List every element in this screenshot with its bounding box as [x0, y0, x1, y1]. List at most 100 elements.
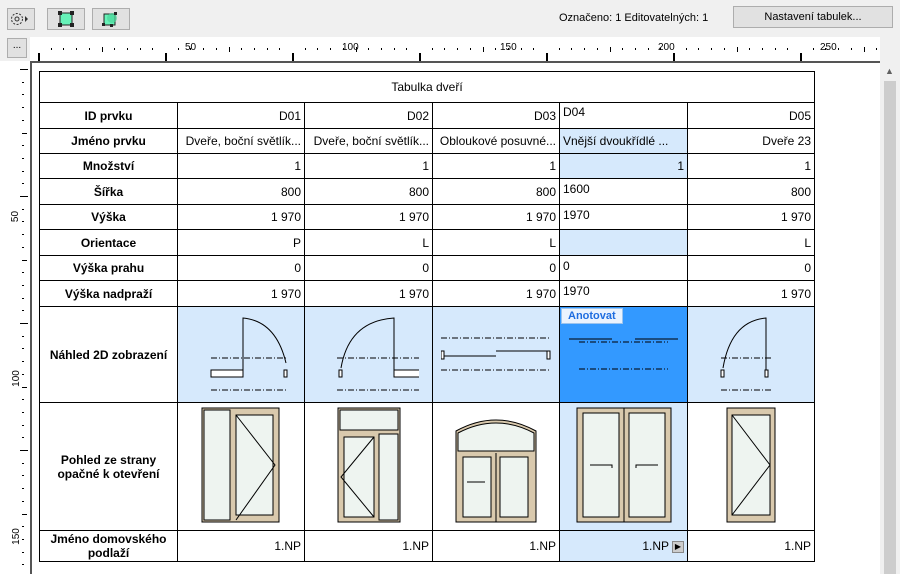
- table-settings-button[interactable]: Nastavení tabulek...: [733, 6, 893, 28]
- ruler-tick: [22, 500, 24, 502]
- table-cell[interactable]: 1 970: [177, 204, 305, 230]
- table-cell[interactable]: 0: [432, 255, 560, 281]
- selected-column-cell[interactable]: D04: [559, 102, 688, 129]
- selected-column-cell[interactable]: 1970: [559, 280, 688, 307]
- table-cell[interactable]: 800: [432, 178, 560, 205]
- table-cell[interactable]: 1 970: [304, 280, 433, 307]
- door-elevation-icon: [576, 407, 671, 523]
- ruler-tick: [698, 48, 700, 50]
- selected-column-cell[interactable]: 1600: [559, 178, 688, 205]
- table-row: Množství 1 1 1 1 1: [39, 153, 815, 179]
- preview-2d-cell-selected[interactable]: Anotovat: [559, 306, 688, 403]
- ruler-tick: [165, 53, 167, 61]
- selected-column-cell[interactable]: [559, 229, 688, 256]
- elevation-cell[interactable]: [687, 402, 815, 531]
- table-cell[interactable]: 1 970: [177, 280, 305, 307]
- preview-2d-cell[interactable]: [304, 306, 433, 403]
- select-element-button[interactable]: [47, 8, 85, 30]
- schedule-sheet: Tabulka dveří ID prvku D01 D02 D03 D04 D05 Jmé…: [30, 61, 880, 574]
- table-cell[interactable]: Dveře 23: [687, 128, 815, 154]
- ruler-tick: [22, 538, 24, 540]
- table-cell[interactable]: L: [432, 229, 560, 256]
- story-cell[interactable]: 1.NP: [177, 530, 305, 562]
- ruler-tick: [787, 48, 789, 50]
- ruler-tick: [22, 145, 24, 147]
- story-cell[interactable]: 1.NP: [432, 530, 560, 562]
- scroll-up-icon[interactable]: ▲: [885, 66, 894, 76]
- table-cell[interactable]: 1: [304, 153, 433, 179]
- ruler-tick: [317, 48, 319, 50]
- ruler-tick: [22, 348, 24, 350]
- table-cell[interactable]: 0: [177, 255, 305, 281]
- ruler-tick: [20, 323, 28, 324]
- elevation-cell[interactable]: [432, 402, 560, 531]
- ruler-tick: [22, 361, 24, 363]
- table-cell[interactable]: P: [177, 229, 305, 256]
- selected-column-cell[interactable]: 0: [559, 255, 688, 281]
- table-cell[interactable]: 1: [432, 153, 560, 179]
- ruler-tick: [22, 564, 24, 566]
- ruler-options-button[interactable]: ...: [7, 38, 27, 58]
- ruler-tick: [76, 48, 78, 50]
- preview-2d-cell[interactable]: [687, 306, 815, 403]
- table-cell[interactable]: L: [687, 229, 815, 256]
- ruler-tick: [22, 94, 24, 96]
- elevation-cell-selected[interactable]: [559, 402, 688, 531]
- row-label: Výška prahu: [39, 255, 178, 281]
- table-cell[interactable]: 800: [687, 178, 815, 205]
- settings-menu-button[interactable]: [7, 8, 35, 30]
- ruler-tick: [22, 246, 24, 248]
- table-cell[interactable]: 800: [177, 178, 305, 205]
- table-cell[interactable]: D01: [177, 102, 305, 129]
- ruler-tick: [761, 48, 763, 50]
- table-cell[interactable]: 1 970: [687, 204, 815, 230]
- table-row: Jméno prvku Dveře, boční světlík... Dveře,…: [39, 128, 815, 154]
- table-cell[interactable]: 0: [687, 255, 815, 281]
- ruler-tick: [393, 48, 395, 50]
- table-cell[interactable]: Dveře, boční světlík...: [304, 128, 433, 154]
- annotate-button[interactable]: Anotovat: [561, 308, 623, 324]
- preview-2d-cell[interactable]: [177, 306, 305, 403]
- ruler-tick: [507, 48, 509, 50]
- table-row: Orientace P L L L: [39, 229, 815, 256]
- ruler-tick: [355, 47, 357, 52]
- table-cell[interactable]: 1: [177, 153, 305, 179]
- ruler-tick: [22, 335, 24, 337]
- story-cell-selected[interactable]: 1.NP ▶: [559, 530, 688, 562]
- table-cell[interactable]: D03: [432, 102, 560, 129]
- gear-icon: [11, 13, 28, 25]
- ruler-tick: [876, 48, 878, 50]
- expand-arrow-icon[interactable]: ▶: [672, 540, 684, 553]
- selected-column-cell[interactable]: 1970: [559, 204, 688, 230]
- table-cell[interactable]: 1 970: [687, 280, 815, 307]
- select-3d-button[interactable]: [92, 8, 130, 30]
- table-cell[interactable]: L: [304, 229, 433, 256]
- row-label: Náhled 2D zobrazení: [39, 306, 178, 403]
- ruler-tick: [22, 462, 24, 464]
- table-cell[interactable]: 1: [687, 153, 815, 179]
- selected-column-cell[interactable]: 1: [559, 153, 688, 179]
- preview-2d-cell[interactable]: [432, 306, 560, 403]
- vertical-scrollbar[interactable]: ▲: [880, 61, 900, 574]
- table-cell[interactable]: 0: [304, 255, 433, 281]
- table-cell[interactable]: 1 970: [432, 280, 560, 307]
- table-cell[interactable]: Dveře, boční světlík...: [177, 128, 305, 154]
- elevation-cell[interactable]: [304, 402, 433, 531]
- story-cell[interactable]: 1.NP: [687, 530, 815, 562]
- ruler-tick: [596, 48, 598, 50]
- table-row: Šířka 800 800 800 1600 800: [39, 178, 815, 205]
- table-cell[interactable]: 1 970: [432, 204, 560, 230]
- table-cell[interactable]: Obloukové posuvné...: [432, 128, 560, 154]
- ruler-label: 50: [10, 210, 22, 223]
- table-cell[interactable]: 800: [304, 178, 433, 205]
- door-plan-icon: [440, 337, 551, 371]
- scrollbar-thumb[interactable]: [884, 81, 896, 574]
- table-cell[interactable]: D02: [304, 102, 433, 129]
- door-plan-icon: [336, 317, 426, 391]
- table-cell[interactable]: D05: [687, 102, 815, 129]
- table-cell[interactable]: 1 970: [304, 204, 433, 230]
- ruler-tick: [380, 48, 382, 50]
- story-cell[interactable]: 1.NP: [304, 530, 433, 562]
- elevation-cell[interactable]: [177, 402, 305, 531]
- selected-column-cell[interactable]: Vnější dvoukřídlé ...: [559, 128, 688, 154]
